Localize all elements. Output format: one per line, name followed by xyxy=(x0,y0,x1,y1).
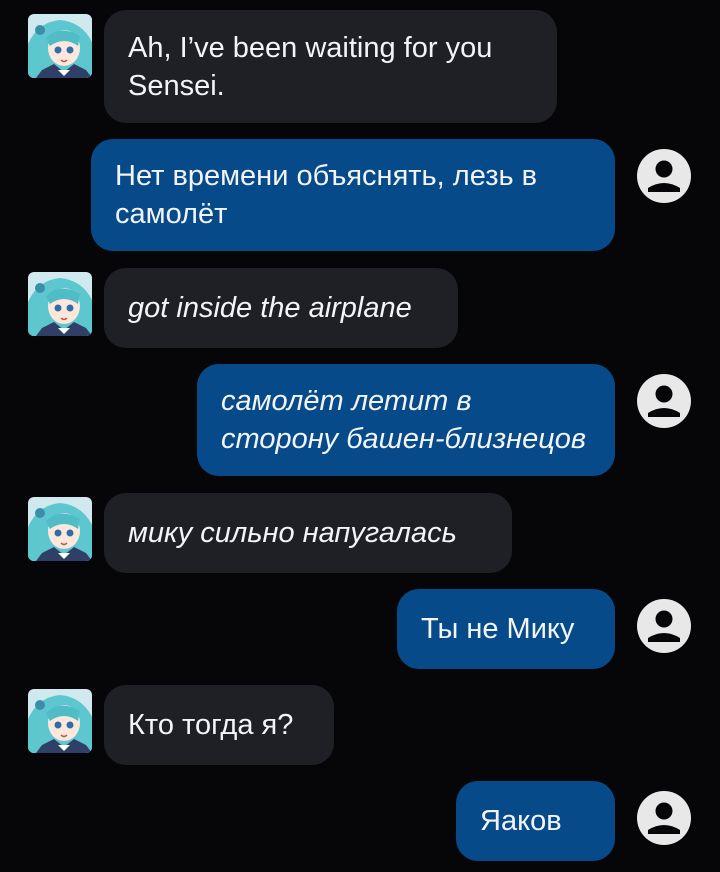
message-bubble-user: Ты не Мику xyxy=(397,589,615,669)
user-account-icon[interactable] xyxy=(636,148,692,204)
message-bubble-bot: Кто тогда я? xyxy=(104,685,334,765)
message-text: самолёт летит в сторону башен-близнецов xyxy=(221,385,587,455)
message-bubble-bot: Ah, I’ve been waiting for you Sensei. xyxy=(104,10,557,123)
message-text: Нет времени объяснять, лезь в самолёт xyxy=(115,160,538,230)
message-bubble-user: Нет времени объяснять, лезь в самолёт xyxy=(91,139,615,251)
message-text: Кто тогда я? xyxy=(128,709,294,741)
message-text: Яаков xyxy=(480,805,562,837)
user-account-icon[interactable] xyxy=(636,790,692,846)
message-bubble-bot: мику сильно напугалась xyxy=(104,493,512,573)
bot-avatar[interactable] xyxy=(28,272,92,336)
message-text: Ah, I’ve been waiting for you Sensei. xyxy=(128,31,493,102)
bot-avatar[interactable] xyxy=(28,497,92,561)
message-text: Ты не Мику xyxy=(421,613,575,645)
message-text: мику сильно напугалась xyxy=(128,517,457,549)
message-bubble-bot: got inside the airplane xyxy=(104,268,458,348)
message-bubble-user: Яаков xyxy=(456,781,615,861)
user-account-icon[interactable] xyxy=(636,598,692,654)
message-text: got inside the airplane xyxy=(128,292,412,324)
bot-avatar[interactable] xyxy=(28,689,92,753)
bot-avatar[interactable] xyxy=(28,14,92,78)
message-bubble-user: самолёт летит в сторону башен-близнецов xyxy=(197,364,615,476)
user-account-icon[interactable] xyxy=(636,373,692,429)
